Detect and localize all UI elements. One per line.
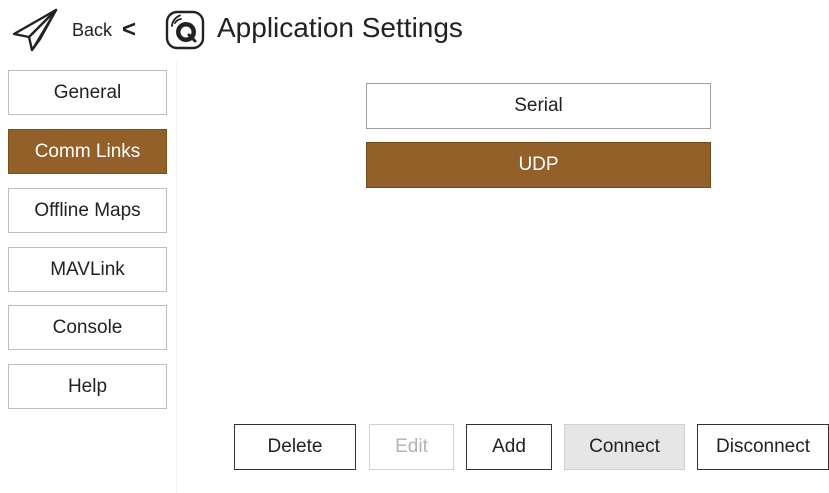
sidebar-item-general[interactable]: General: [8, 70, 167, 115]
sidebar-item-mavlink[interactable]: MAVLink: [8, 247, 167, 292]
back-chevron-icon: <: [122, 16, 137, 43]
app-settings-screen: Back < Application Settings General Comm…: [0, 0, 829, 493]
sidebar-item-comm-links[interactable]: Comm Links: [8, 129, 167, 174]
delete-button[interactable]: Delete: [234, 424, 356, 470]
link-item-serial[interactable]: Serial: [366, 83, 711, 129]
disconnect-button[interactable]: Disconnect: [697, 424, 829, 470]
add-button[interactable]: Add: [466, 424, 552, 470]
link-item-udp[interactable]: UDP: [366, 142, 711, 188]
settings-sidebar: General Comm Links Offline Maps MAVLink …: [0, 62, 177, 493]
sidebar-item-offline-maps[interactable]: Offline Maps: [8, 188, 167, 233]
back-button[interactable]: Back <: [12, 8, 136, 52]
page-title: Application Settings: [217, 12, 463, 43]
sidebar-item-console[interactable]: Console: [8, 305, 167, 350]
sidebar-item-help[interactable]: Help: [8, 364, 167, 409]
connect-button[interactable]: Connect: [564, 424, 685, 470]
qgc-logo-icon: [165, 10, 205, 50]
edit-button[interactable]: Edit: [369, 424, 454, 470]
back-label: Back: [72, 19, 113, 40]
paper-plane-icon: [12, 8, 58, 52]
header-bar: Back < Application Settings: [0, 0, 829, 62]
